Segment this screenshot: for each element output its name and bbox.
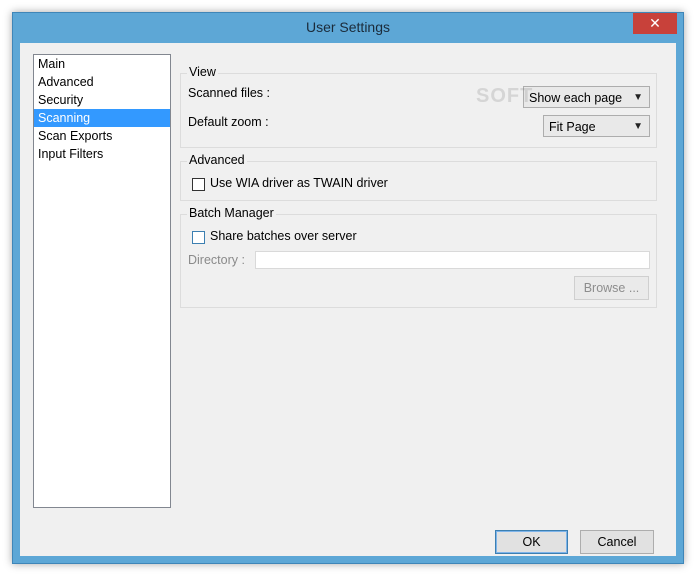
- directory-input[interactable]: [255, 251, 650, 269]
- nav-item-advanced[interactable]: Advanced: [34, 73, 170, 91]
- view-group: View Scanned files : Show each page ▼ De…: [180, 65, 657, 148]
- close-icon: ✕: [649, 15, 661, 31]
- batch-manager-group-title: Batch Manager: [187, 206, 276, 220]
- settings-window: User Settings ✕ Main Advanced Security S…: [12, 12, 684, 564]
- view-group-title: View: [187, 65, 218, 79]
- nav-item-security[interactable]: Security: [34, 91, 170, 109]
- scanned-files-dropdown[interactable]: Show each page ▼: [523, 86, 650, 108]
- chevron-down-icon: ▼: [633, 92, 643, 103]
- wia-driver-label[interactable]: Use WIA driver as TWAIN driver: [210, 176, 388, 190]
- default-zoom-dropdown[interactable]: Fit Page ▼: [543, 115, 650, 137]
- watermark-logo: SOFT: [476, 85, 534, 107]
- chevron-down-icon: ▼: [633, 121, 643, 132]
- wia-driver-checkbox[interactable]: [192, 178, 205, 191]
- nav-item-input-filters[interactable]: Input Filters: [34, 145, 170, 163]
- advanced-group-title: Advanced: [187, 153, 247, 167]
- advanced-group: Advanced Use WIA driver as TWAIN driver: [180, 153, 657, 201]
- default-zoom-label: Default zoom :: [188, 115, 269, 129]
- directory-label: Directory :: [188, 253, 245, 267]
- window-title: User Settings: [305, 19, 391, 35]
- nav-item-scanning[interactable]: Scanning: [34, 109, 170, 127]
- share-batches-checkbox[interactable]: [192, 231, 205, 244]
- ok-button[interactable]: OK: [495, 530, 568, 554]
- nav-item-scan-exports[interactable]: Scan Exports: [34, 127, 170, 145]
- share-batches-label[interactable]: Share batches over server: [210, 229, 357, 243]
- browse-button[interactable]: Browse ...: [574, 276, 649, 300]
- cancel-button[interactable]: Cancel: [580, 530, 654, 554]
- default-zoom-value: Fit Page: [549, 120, 596, 134]
- scanned-files-label: Scanned files :: [188, 86, 270, 100]
- dialog-client-area: Main Advanced Security Scanning Scan Exp…: [20, 43, 676, 556]
- title-bar[interactable]: User Settings ✕: [13, 13, 683, 43]
- batch-manager-group: Batch Manager Share batches over server …: [180, 206, 657, 308]
- settings-category-list[interactable]: Main Advanced Security Scanning Scan Exp…: [33, 54, 171, 508]
- close-button[interactable]: ✕: [633, 13, 677, 34]
- nav-item-main[interactable]: Main: [34, 55, 170, 73]
- scanned-files-value: Show each page: [529, 91, 623, 105]
